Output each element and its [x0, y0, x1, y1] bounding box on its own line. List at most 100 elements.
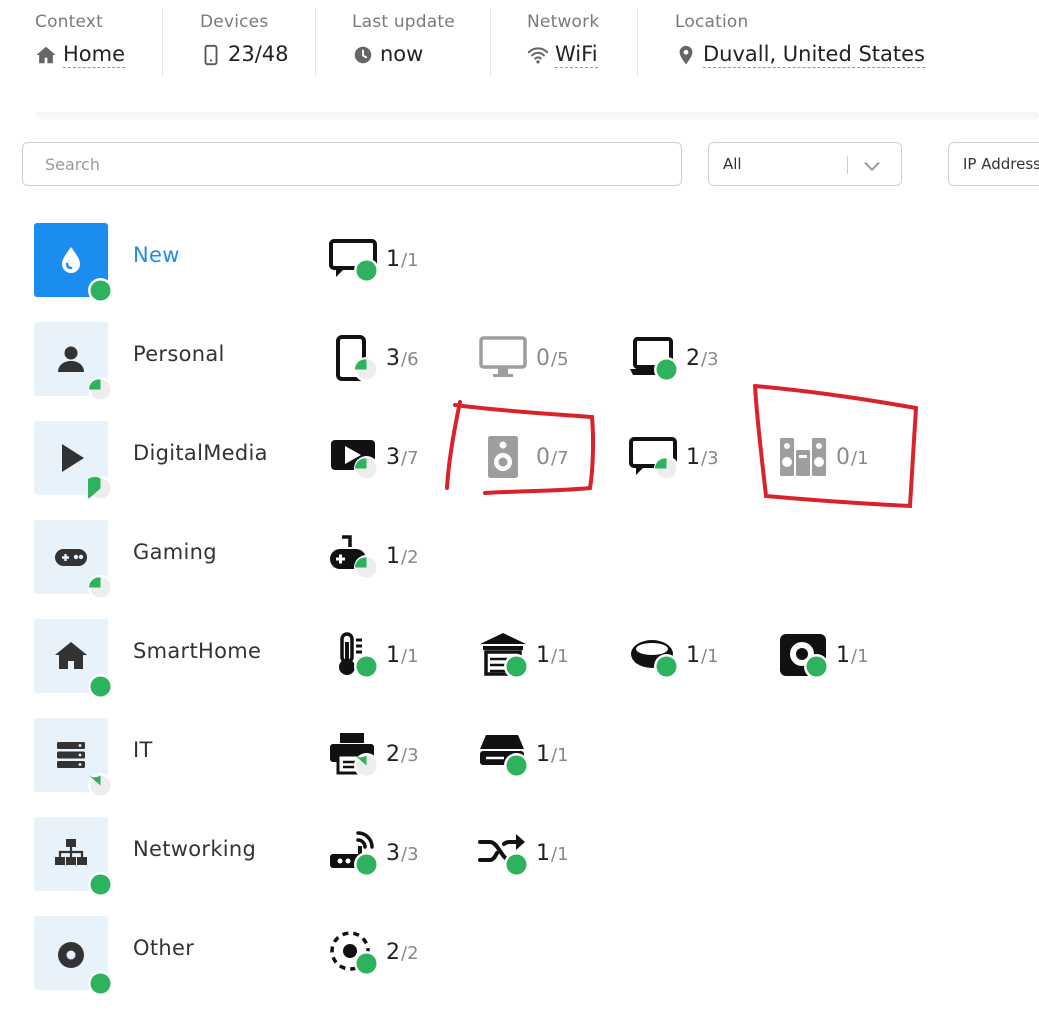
total-count: /1: [851, 447, 869, 469]
total-count: /7: [401, 447, 419, 469]
dot-circle-icon: [58, 942, 84, 968]
total-count: /1: [551, 843, 569, 865]
device-type-item[interactable]: 1/1: [478, 629, 569, 681]
device-count: 2/2: [386, 940, 419, 965]
device-count: 2/3: [686, 346, 719, 371]
device-type-item[interactable]: 3/6: [328, 332, 419, 384]
category-name[interactable]: Gaming: [133, 540, 217, 564]
desktop-monitor-icon: [479, 336, 527, 377]
network-value[interactable]: WiFi: [555, 42, 598, 68]
location-value[interactable]: Duvall, United States: [703, 42, 925, 68]
category-row-networking[interactable]: Networking 3/3 1/1: [0, 817, 1039, 916]
status-indicator: [354, 258, 379, 283]
device-type-item[interactable]: 3/7: [328, 431, 419, 483]
status-indicator: [504, 753, 529, 778]
category-name[interactable]: New: [133, 243, 180, 267]
online-count: 1: [536, 741, 550, 767]
device-type-item[interactable]: 1/1: [778, 629, 869, 681]
device-count: 1/1: [536, 643, 569, 668]
category-name[interactable]: Networking: [133, 837, 256, 861]
context-info: Context Home: [35, 12, 126, 68]
status-indicator: [88, 377, 113, 402]
status-indicator: [88, 971, 113, 996]
online-count: 1: [836, 642, 850, 668]
category-name[interactable]: DigitalMedia: [133, 441, 268, 465]
category-row-digitalmedia[interactable]: DigitalMedia 3/7 0/7 1/3 0/1: [0, 421, 1039, 520]
status-indicator: [354, 852, 379, 877]
device-count: 2/3: [386, 742, 419, 767]
category-name[interactable]: Personal: [133, 342, 225, 366]
device-type-item[interactable]: 1/1: [328, 233, 419, 285]
device-count: 1/1: [536, 841, 569, 866]
online-count: 3: [386, 345, 400, 371]
type-filter-select[interactable]: All: [708, 142, 902, 186]
online-count: 1: [536, 840, 550, 866]
device-type-item[interactable]: 3/3: [328, 827, 419, 879]
online-count: 0: [836, 444, 850, 470]
total-count: /3: [701, 447, 719, 469]
status-indicator: [804, 654, 829, 679]
status-indicator: [354, 951, 379, 976]
device-type-item[interactable]: 1/1: [478, 827, 569, 879]
total-count: /1: [851, 645, 869, 667]
category-row-smarthome[interactable]: SmartHome 1/1 1/1 1/1 1/1: [0, 619, 1039, 718]
device-count: 1/1: [836, 643, 869, 668]
last-update-value: now: [380, 42, 424, 66]
search-input[interactable]: [22, 142, 682, 186]
devices-label: Devices: [200, 12, 269, 32]
online-count: 1: [386, 543, 400, 569]
device-type-item[interactable]: 2/3: [628, 332, 719, 384]
total-count: /2: [401, 942, 419, 964]
device-type-item[interactable]: 1/1: [328, 629, 419, 681]
device-type-item[interactable]: 0/5: [478, 332, 569, 384]
device-count: 1/1: [536, 742, 569, 767]
category-row-it[interactable]: IT 2/3 1/1: [0, 718, 1039, 817]
device-type-item[interactable]: 1/3: [628, 431, 719, 483]
status-indicator: [354, 555, 379, 580]
online-count: 1: [686, 444, 700, 470]
mobile-icon: [204, 44, 218, 65]
device-type-item[interactable]: 1/2: [328, 530, 419, 582]
last-update-label: Last update: [352, 12, 455, 32]
map-pin-icon: [679, 45, 693, 65]
separator: [162, 8, 163, 76]
device-count: 1/1: [686, 643, 719, 668]
device-count: 1/1: [386, 247, 419, 272]
status-indicator: [654, 654, 679, 679]
status-indicator: [88, 872, 113, 897]
device-count: 3/6: [386, 346, 419, 371]
category-row-personal[interactable]: Personal 3/6 0/5 2/3: [0, 322, 1039, 421]
device-type-item[interactable]: 2/2: [328, 926, 419, 978]
separator: [490, 8, 491, 76]
context-value[interactable]: Home: [63, 42, 126, 68]
category-row-new[interactable]: New 1/1: [0, 223, 1039, 322]
status-indicator: [88, 278, 113, 303]
sort-select[interactable]: IP Address: [948, 142, 1039, 186]
devices-info: Devices 23/48: [200, 12, 289, 67]
device-type-item[interactable]: 0/7: [478, 431, 569, 483]
device-type-item[interactable]: 2/3: [328, 728, 419, 780]
device-count: 1/2: [386, 544, 419, 569]
device-count: 1/3: [686, 445, 719, 470]
category-name[interactable]: IT: [133, 738, 153, 762]
device-type-item[interactable]: 1/1: [478, 728, 569, 780]
total-count: /1: [701, 645, 719, 667]
category-row-other[interactable]: Other 2/2: [0, 916, 1039, 1015]
category-row-gaming[interactable]: Gaming 1/2: [0, 520, 1039, 619]
home-icon: [36, 46, 56, 64]
device-type-item[interactable]: 1/1: [628, 629, 719, 681]
select-divider: [847, 156, 848, 174]
status-indicator: [88, 674, 113, 699]
separator: [637, 8, 638, 76]
total-count: /6: [401, 348, 419, 370]
device-count: 0/1: [836, 445, 869, 470]
online-count: 0: [536, 444, 550, 470]
user-icon: [58, 346, 84, 372]
total-count: /3: [401, 744, 419, 766]
category-name[interactable]: Other: [133, 936, 194, 960]
separator: [315, 8, 316, 76]
device-type-item[interactable]: 0/1: [778, 431, 869, 483]
category-name[interactable]: SmartHome: [133, 639, 261, 663]
total-count: /1: [401, 645, 419, 667]
server-icon: [57, 742, 85, 768]
